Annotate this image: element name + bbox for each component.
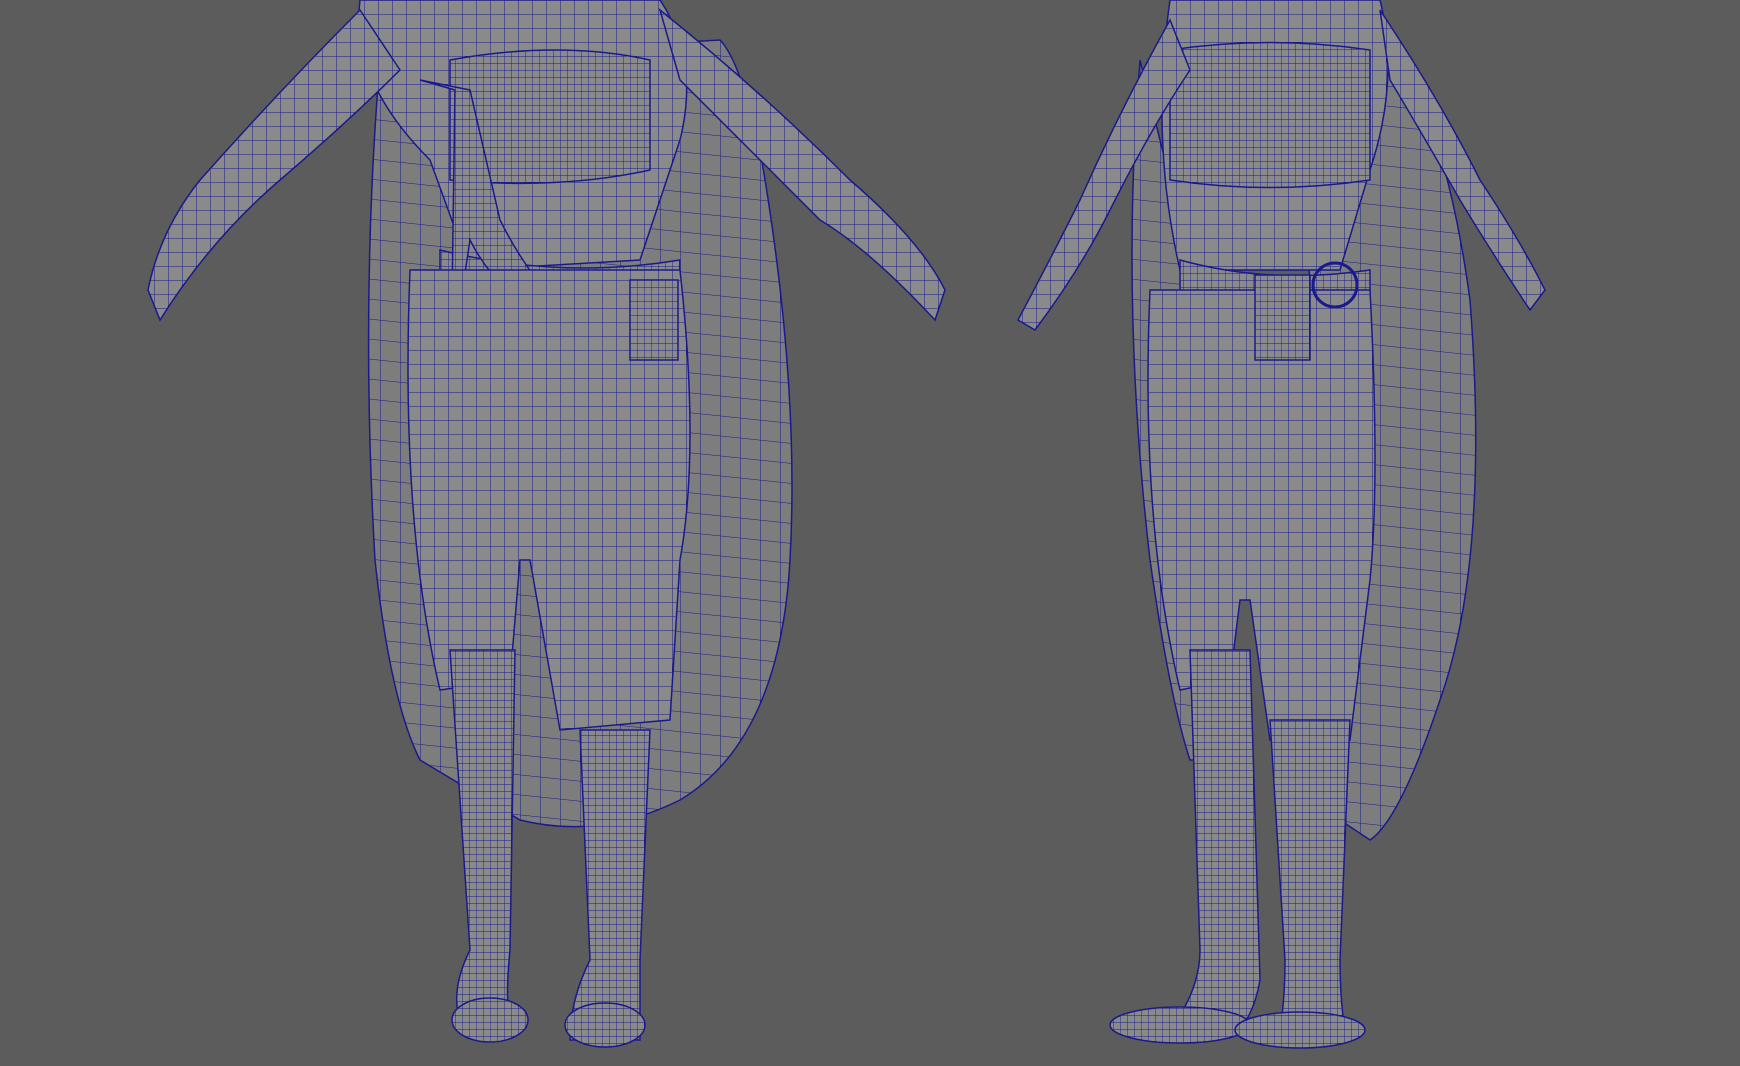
left-foot-mesh <box>451 997 529 1043</box>
left-foot-mesh <box>1109 1006 1251 1044</box>
wireframe-scene <box>147 0 1546 1049</box>
right-foot-mesh <box>1234 1011 1366 1049</box>
pouch-mesh <box>1254 274 1311 361</box>
right-leg-mesh <box>569 729 651 1041</box>
3d-viewport[interactable] <box>0 0 1740 1066</box>
left-arm-mesh <box>147 8 401 322</box>
left-leg-mesh <box>449 649 516 1021</box>
pouch-mesh <box>629 279 679 361</box>
model-three-quarter-view[interactable] <box>1016 0 1546 1049</box>
sash-mesh <box>1169 41 1371 189</box>
right-leg-mesh <box>1269 719 1351 1031</box>
right-foot-mesh <box>564 1002 646 1048</box>
model-front-view[interactable] <box>147 0 946 1048</box>
